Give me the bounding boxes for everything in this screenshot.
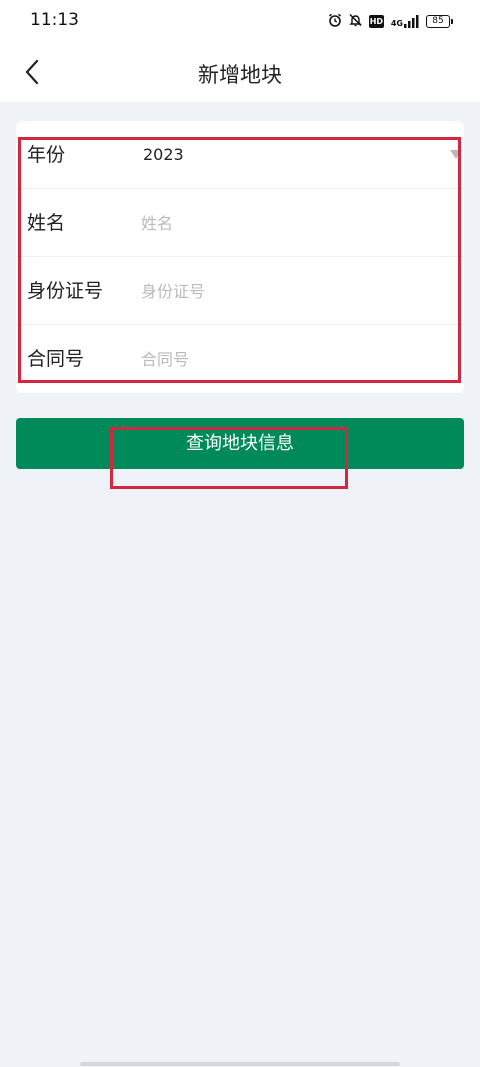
battery-icon: 85 — [426, 14, 453, 28]
contract-number-input[interactable] — [141, 344, 441, 374]
signal-icon: 4G — [390, 14, 419, 28]
contract-number-label: 合同号 — [27, 348, 85, 370]
nav-bar: 新增地块 — [0, 42, 480, 102]
name-input[interactable] — [141, 208, 441, 238]
year-select-value[interactable]: 2023 — [143, 121, 184, 189]
query-plot-info-button[interactable]: 查询地块信息 — [16, 418, 464, 469]
name-label: 姓名 — [27, 212, 66, 234]
mute-bell-icon — [349, 12, 362, 31]
id-number-input[interactable] — [141, 276, 441, 306]
dropdown-arrow-icon[interactable] — [450, 150, 462, 159]
id-number-label: 身份证号 — [27, 280, 104, 302]
alarm-icon — [328, 12, 342, 31]
network-type-label: 4G — [390, 18, 403, 28]
status-icons: HD 4G 85 — [328, 11, 453, 31]
plot-query-form: 年份 2023 姓名 身份证号 合同号 — [16, 121, 464, 393]
home-indicator — [80, 1062, 400, 1066]
form-row-name: 姓名 — [16, 189, 464, 257]
page-title: 新增地块 — [198, 63, 282, 87]
year-label: 年份 — [27, 144, 66, 166]
hd-icon: HD — [368, 14, 384, 28]
form-row-id-number: 身份证号 — [16, 257, 464, 325]
status-bar: 11:13 HD 4G 85 — [0, 0, 480, 42]
form-row-contract-number: 合同号 — [16, 325, 464, 393]
add-plot-screen: 11:13 HD 4G 85 新增地块 年份 2023 姓名 姓名 身份证号 身… — [0, 0, 480, 1067]
status-time: 11:13 — [30, 10, 79, 30]
form-row-year[interactable]: 年份 2023 — [16, 121, 464, 189]
